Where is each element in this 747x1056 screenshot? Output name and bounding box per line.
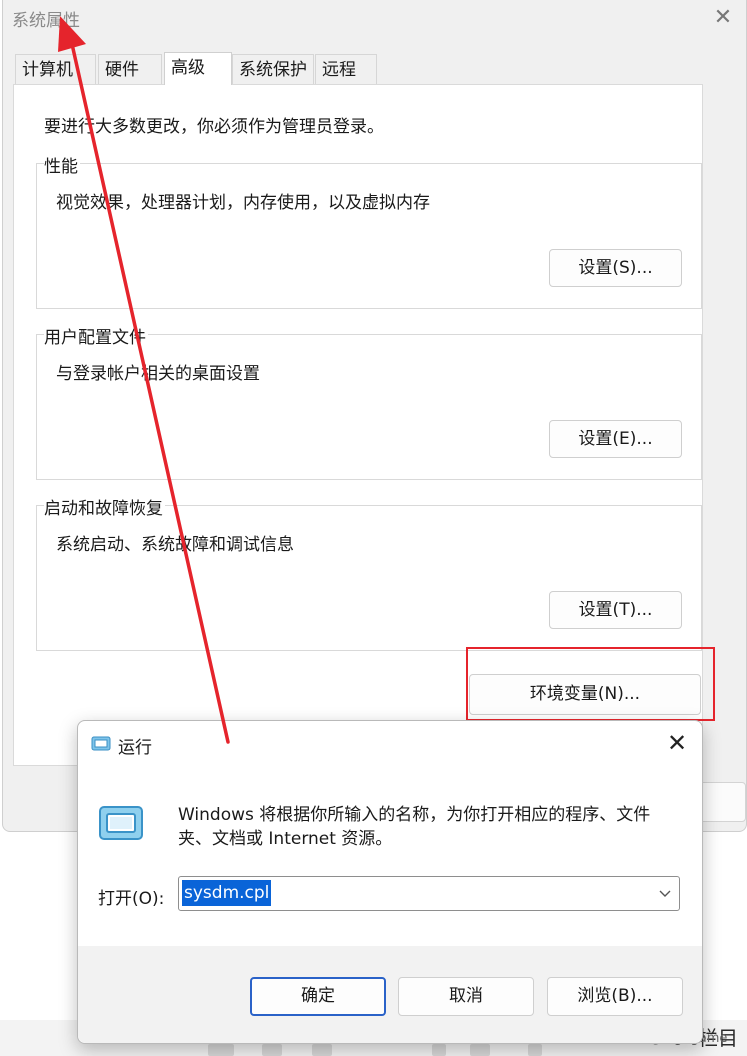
performance-group-title: 性能 bbox=[44, 152, 80, 177]
run-description-line-2: 夹、文档或 Internet 资源。 bbox=[178, 829, 393, 849]
cancel-button[interactable]: 取消 bbox=[398, 977, 534, 1016]
performance-group bbox=[36, 163, 702, 309]
user-profiles-group bbox=[36, 334, 702, 480]
run-dialog-title: 运行 bbox=[118, 738, 152, 758]
background-glyph bbox=[432, 1044, 446, 1056]
window-title: 系统属性 bbox=[12, 11, 80, 31]
background-glyph bbox=[470, 1044, 490, 1056]
close-icon[interactable]: ✕ bbox=[710, 6, 736, 30]
performance-settings-button[interactable]: 设置(S)... bbox=[549, 249, 682, 287]
tab-remote[interactable]: 远程 bbox=[315, 54, 377, 84]
chevron-down-icon[interactable] bbox=[656, 884, 674, 902]
startup-recovery-settings-button[interactable]: 设置(T)... bbox=[549, 591, 682, 629]
tab-system-protection[interactable]: 系统保护 bbox=[232, 54, 314, 84]
user-profiles-description: 与登录帐户相关的桌面设置 bbox=[56, 364, 260, 384]
open-label: 打开(O): bbox=[98, 889, 165, 909]
startup-recovery-group bbox=[36, 505, 702, 651]
ok-button[interactable]: 确定 bbox=[250, 977, 386, 1016]
close-icon[interactable]: ✕ bbox=[664, 730, 690, 756]
background-glyph bbox=[208, 1044, 234, 1056]
performance-description: 视觉效果，处理器计划，内存使用，以及虚拟内存 bbox=[56, 193, 430, 213]
open-input-value[interactable]: sysdm.cpl bbox=[182, 880, 272, 906]
user-profiles-settings-button[interactable]: 设置(E)... bbox=[549, 420, 682, 458]
tab-advanced[interactable]: 高级 bbox=[164, 52, 232, 85]
background-glyph bbox=[262, 1044, 282, 1056]
tab-hardware[interactable]: 硬件 bbox=[98, 54, 162, 84]
run-app-icon bbox=[91, 736, 111, 751]
background-glyph bbox=[528, 1044, 542, 1056]
user-profiles-group-title: 用户配置文件 bbox=[44, 323, 148, 348]
tab-computer-name[interactable]: 计算机名 bbox=[15, 54, 96, 110]
startup-recovery-description: 系统启动、系统故障和调试信息 bbox=[56, 535, 294, 555]
browse-button[interactable]: 浏览(B)... bbox=[547, 977, 683, 1016]
run-description-line-1: Windows 将根据你所输入的名称，为你打开相应的程序、文件 bbox=[178, 805, 651, 825]
admin-notice: 要进行大多数更改，你必须作为管理员登录。 bbox=[44, 117, 384, 137]
run-app-icon bbox=[99, 806, 143, 840]
background-glyph bbox=[312, 1044, 332, 1056]
environment-variables-button[interactable]: 环境变量(N)... bbox=[469, 674, 701, 715]
startup-recovery-group-title: 启动和故障恢复 bbox=[44, 494, 165, 519]
